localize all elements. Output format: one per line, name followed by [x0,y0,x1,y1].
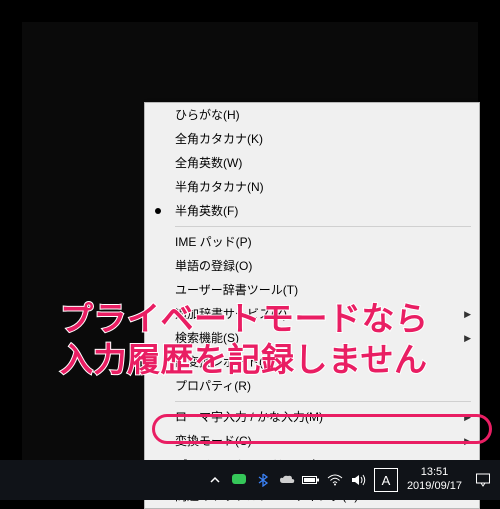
menu-item-register-word[interactable]: 単語の登録(O) [145,254,479,278]
menu-separator [175,226,471,227]
menu-separator [175,401,471,402]
submenu-arrow-icon: ▶ [464,429,471,453]
menu-label: 変換モード(C) [175,429,467,453]
bluetooth-icon[interactable] [251,460,275,500]
menu-item-fullwidth-katakana[interactable]: 全角カタカナ(K) [145,127,479,151]
menu-label: ローマ字入力 / かな入力(M) [175,405,467,429]
menu-item-conversion-mode[interactable]: 変換モード(C) ▶ [145,429,479,453]
menu-label: ユーザー辞書ツール(T) [175,278,467,302]
wifi-icon[interactable] [323,460,347,500]
submenu-arrow-icon: ▶ [464,405,471,429]
menu-label: 単語の登録(O) [175,254,467,278]
taskbar-clock[interactable]: 13:51 2019/09/17 [401,466,468,494]
menu-label: 全角英数(W) [175,151,467,175]
taskbar: A 13:51 2019/09/17 [0,460,500,500]
menu-item-halfwidth-katakana[interactable]: 半角カタカナ(N) [145,175,479,199]
menu-item-fullwidth-alnum[interactable]: 全角英数(W) [145,151,479,175]
action-center-icon[interactable] [468,472,498,488]
menu-label: ひらがな(H) [175,103,467,127]
menu-item-halfwidth-alnum[interactable]: 半角英数(F) [145,199,479,223]
tray-overflow-chevron-icon[interactable] [203,460,227,500]
radio-selected-icon [155,208,161,214]
menu-item-properties[interactable]: プロパティ(R) [145,374,479,398]
menu-label: 誤変換レポート(V) [175,350,467,374]
ime-context-menu: ひらがな(H) 全角カタカナ(K) 全角英数(W) 半角カタカナ(N) 半角英数… [144,102,480,509]
menu-item-ime-pad[interactable]: IME パッド(P) [145,230,479,254]
menu-item-additional-dictionary[interactable]: 追加辞書サービス(Y) ▶ [145,302,479,326]
ime-mode-label: A [382,473,391,488]
ime-mode-indicator[interactable]: A [374,468,398,492]
clock-date: 2019/09/17 [407,480,462,494]
menu-label: 半角カタカナ(N) [175,175,467,199]
menu-label: 検索機能(S) [175,326,467,350]
menu-label: 半角英数(F) [175,199,467,223]
menu-item-misconversion-report[interactable]: 誤変換レポート(V) [145,350,479,374]
submenu-arrow-icon: ▶ [464,302,471,326]
volume-icon[interactable] [347,460,371,500]
menu-label: プロパティ(R) [175,374,467,398]
submenu-arrow-icon: ▶ [464,326,471,350]
clock-time: 13:51 [421,466,449,480]
messages-icon[interactable] [227,460,251,500]
onedrive-icon[interactable] [275,460,299,500]
menu-label: 全角カタカナ(K) [175,127,467,151]
menu-item-user-dictionary[interactable]: ユーザー辞書ツール(T) [145,278,479,302]
menu-item-romaji-kana[interactable]: ローマ字入力 / かな入力(M) ▶ [145,405,479,429]
battery-icon[interactable] [299,460,323,500]
menu-label: 追加辞書サービス(Y) [175,302,467,326]
menu-item-search-function[interactable]: 検索機能(S) ▶ [145,326,479,350]
menu-item-hiragana[interactable]: ひらがな(H) [145,103,479,127]
menu-label: IME パッド(P) [175,230,467,254]
